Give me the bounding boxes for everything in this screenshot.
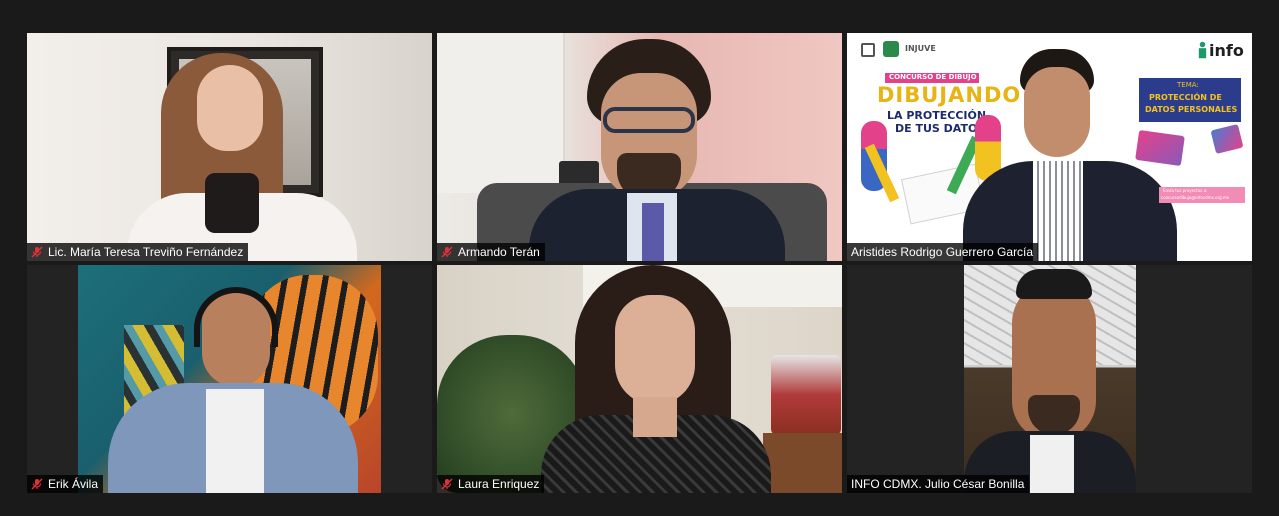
participant-video: INJUVE info CONCURSO DE DIBUJO DIBUJANDO… [847, 33, 1252, 261]
title-line-1: DIBUJANDO [877, 83, 1022, 107]
participant-tile-4[interactable]: Erik Ávila [27, 265, 432, 493]
shirt [206, 389, 264, 493]
participant-tile-3[interactable]: INJUVE info CONCURSO DE DIBUJO DIBUJANDO… [847, 33, 1252, 261]
glasses [603, 107, 695, 133]
participant-tile-5[interactable]: Laura Enriquez [437, 265, 842, 493]
participant-name-label: Lic. María Teresa Treviño Fernández [27, 243, 249, 261]
sketch-right [1210, 123, 1244, 155]
shelf [763, 433, 842, 493]
tema-line-1: PROTECCIÓN DE [1149, 93, 1222, 102]
tie [642, 203, 664, 261]
neck [633, 397, 677, 437]
contact-line-2: concursodibujo@infocdmx.org.mx [1161, 195, 1230, 200]
participant-name: Lic. María Teresa Treviño Fernández [48, 245, 244, 259]
participant-tile-2[interactable]: Armando Terán [437, 33, 842, 261]
person-face [197, 65, 263, 151]
microphone-muted-icon [441, 478, 453, 490]
participant-name: Aristides Rodrigo Guerrero García [851, 245, 1034, 259]
participant-video [437, 265, 842, 493]
participant-name-label: INFO CDMX. Julio César Bonilla [847, 475, 1030, 493]
participant-video [437, 33, 842, 261]
tema-line-2: DATOS PERSONALES [1145, 105, 1238, 114]
sketch-left [1135, 129, 1185, 167]
participant-name: Erik Ávila [48, 477, 99, 491]
info-logo-text: info [1209, 41, 1244, 60]
title-line-2: LA PROTECCIÓN [887, 109, 987, 122]
participant-video [27, 33, 432, 261]
participant-name-label: Armando Terán [437, 243, 545, 261]
title-line-3: DE TUS DATOS [895, 122, 986, 135]
microphone-muted-icon [31, 478, 43, 490]
tema-label: TEMA: [1177, 81, 1199, 89]
participant-name-label: Aristides Rodrigo Guerrero García [847, 243, 1039, 261]
government-logo [861, 43, 875, 57]
participant-video [78, 265, 381, 493]
microphone-muted-icon [441, 246, 453, 258]
person-face [1024, 67, 1090, 157]
info-logo-icon [1198, 41, 1207, 59]
person-neck [205, 173, 259, 233]
participant-tile-1[interactable]: Lic. María Teresa Treviño Fernández [27, 33, 432, 261]
participant-video [964, 265, 1136, 493]
participant-name: Armando Terán [458, 245, 540, 259]
participant-name-label: Laura Enriquez [437, 475, 545, 493]
injuve-logo-text: INJUVE [905, 44, 936, 53]
participant-name-label: Erik Ávila [27, 475, 104, 493]
participant-name: INFO CDMX. Julio César Bonilla [851, 477, 1025, 491]
wall-shelf [437, 33, 565, 193]
microphone-muted-icon [31, 246, 43, 258]
shirt [1030, 435, 1074, 493]
cdmx-logo [883, 41, 899, 57]
participant-tile-6[interactable]: INFO CDMX. Julio César Bonilla [847, 265, 1252, 493]
shirt [1033, 161, 1083, 261]
person-hair [1016, 269, 1092, 299]
participant-name: Laura Enriquez [458, 477, 540, 491]
contact-line-1: Envía tus proyectos a: [1163, 188, 1208, 193]
person-face [615, 295, 695, 405]
christmas-village [771, 355, 841, 435]
concurso-text: CONCURSO DE DIBUJO [889, 73, 977, 81]
